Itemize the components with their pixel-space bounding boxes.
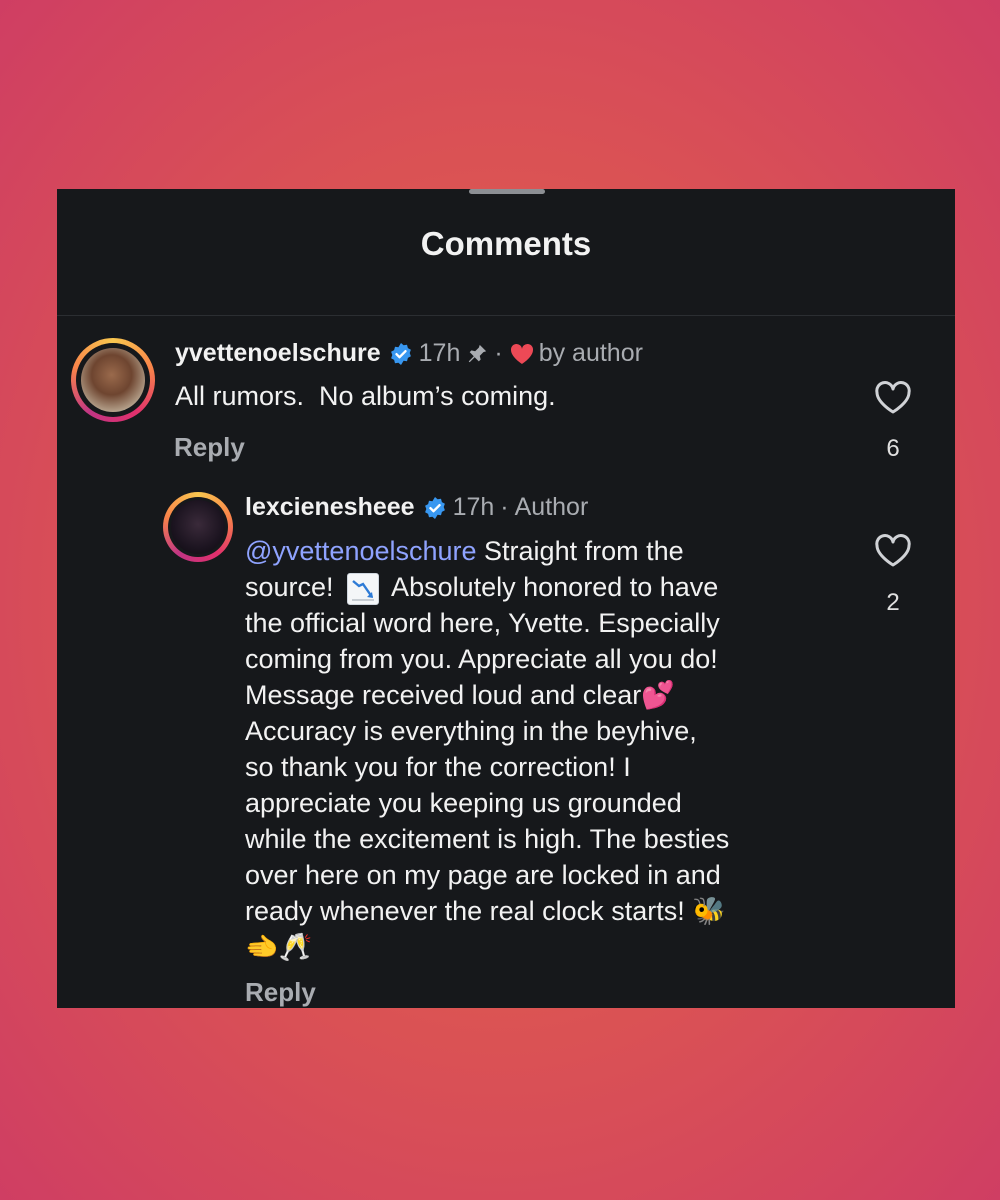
like-count: 2 [886, 589, 900, 616]
comment-line: so thank you for the correction! I [245, 752, 631, 782]
pin-icon [469, 344, 487, 362]
verified-badge-icon [424, 496, 445, 519]
comment-line: Message received loud and clear💕 [245, 680, 675, 710]
comment-line: @yvettenoelschure Straight from the [245, 536, 684, 566]
reply-button[interactable]: Reply [245, 977, 316, 1008]
verified-badge-icon [390, 342, 411, 365]
comment-line: coming from you. Appreciate all you do! [245, 644, 718, 674]
avatar[interactable] [71, 338, 155, 422]
comment-time: 17h [418, 339, 461, 367]
like-count: 6 [886, 435, 900, 462]
author-badge: Author [514, 493, 589, 521]
reply-button[interactable]: Reply [174, 432, 245, 463]
separator-dot: · [494, 339, 503, 367]
username[interactable]: lexcienesheee [245, 493, 415, 522]
comment-line: Accuracy is everything in the beyhive, [245, 716, 697, 746]
separator-dot: · [500, 493, 509, 521]
avatar[interactable] [163, 492, 233, 562]
chart-decreasing-icon [347, 572, 380, 605]
comment-line: appreciate you keeping us grounded [245, 788, 682, 818]
comment-line: 🫲🥂 [245, 932, 313, 962]
comment-line: source! Absolutely honored to have [245, 569, 845, 605]
header-divider [57, 315, 955, 316]
liked-by-author: by author [538, 339, 643, 367]
sheet-title: Comments [420, 225, 592, 262]
heart-outline-icon[interactable] [874, 534, 912, 568]
sheet-drag-handle[interactable] [469, 189, 545, 194]
heart-outline-icon[interactable] [874, 381, 912, 415]
comment-text: All rumors. No album’s coming. [175, 381, 556, 411]
comment-header: yvettenoelschure 17h · by author [175, 339, 643, 368]
heart-filled-icon [510, 343, 533, 364]
username[interactable]: yvettenoelschure [175, 339, 381, 368]
comment-line: while the excitement is high. The bestie… [245, 824, 730, 854]
comment-line: over here on my page are locked in and [245, 860, 721, 890]
comment-header: lexcienesheee 17h · Author [245, 493, 588, 522]
mention-link[interactable]: @yvettenoelschure [245, 536, 477, 566]
avatar-photo [81, 348, 145, 412]
comment-text: @yvettenoelschure Straight from the sour… [245, 533, 845, 965]
comments-sheet: Comments yvettenoelschure 17h · by autho… [57, 189, 955, 1008]
comment-line: ready whenever the real clock starts! 🐝 [245, 896, 726, 926]
avatar-photo [171, 500, 225, 554]
comment-line: the official word here, Yvette. Especial… [245, 608, 720, 638]
comment-time: 17h [452, 493, 495, 521]
